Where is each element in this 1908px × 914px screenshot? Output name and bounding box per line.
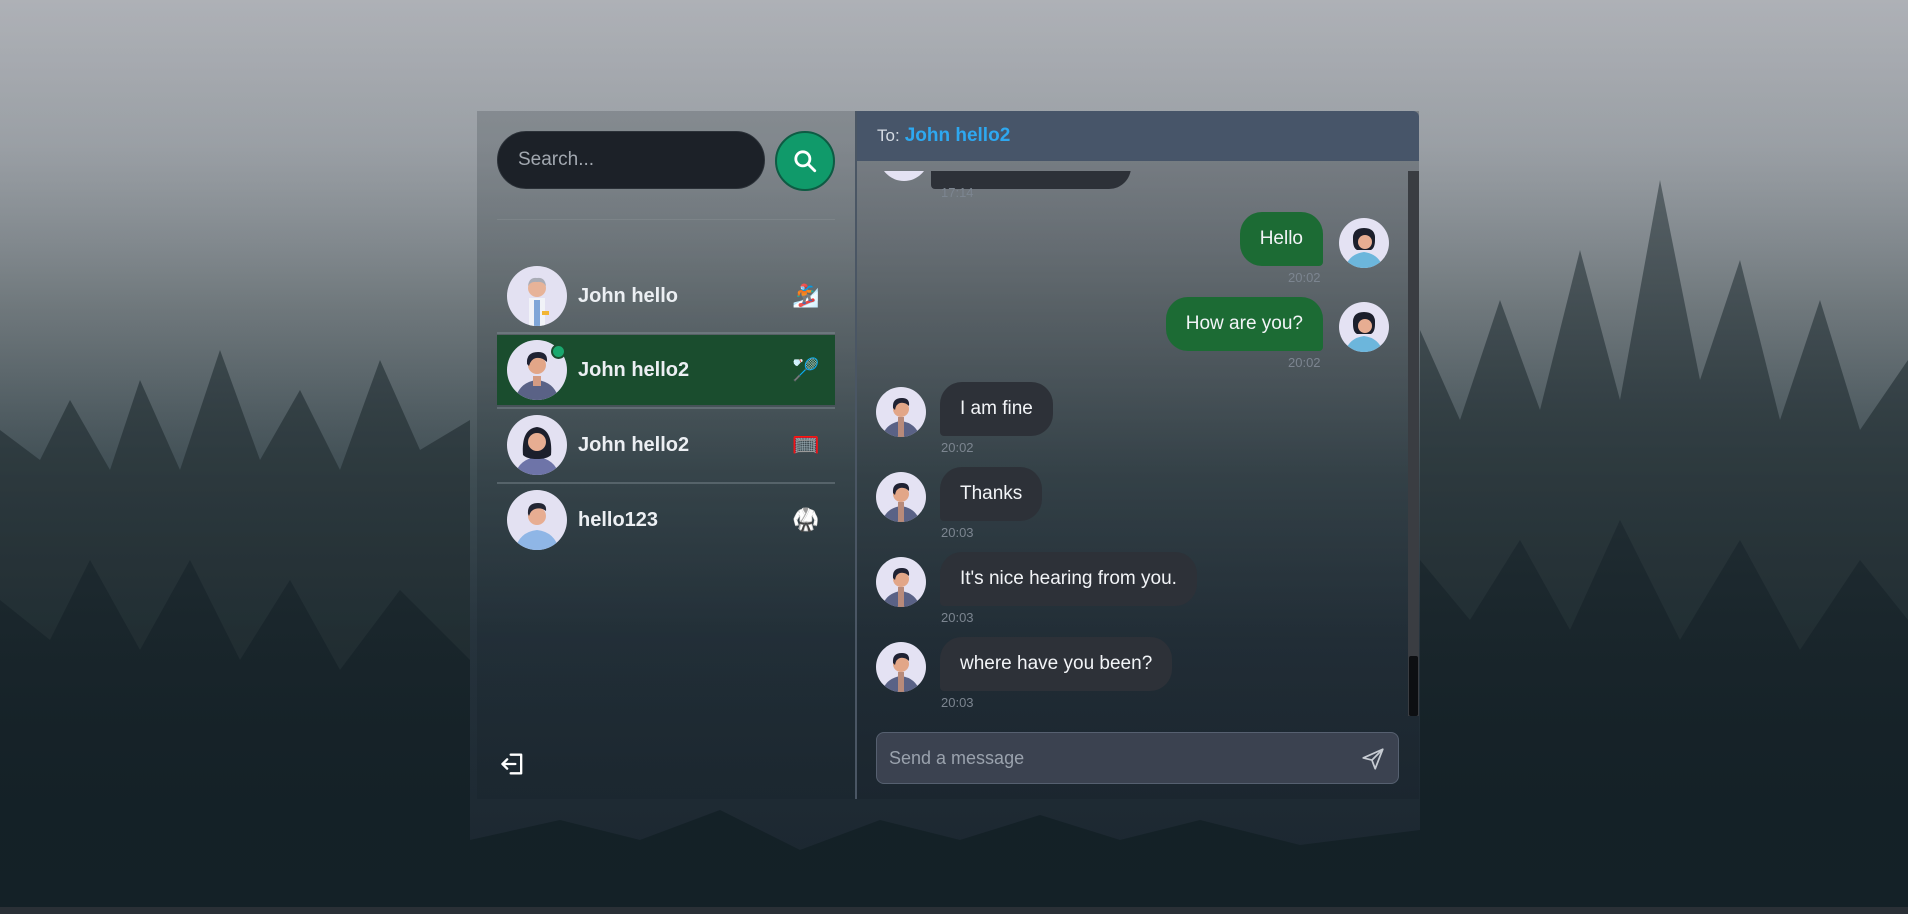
scrollbar-track[interactable] — [1408, 171, 1419, 716]
snowboarder-icon: 🏂 — [792, 283, 820, 308]
search-button[interactable] — [775, 131, 835, 191]
martial-arts-uniform-icon: 🥋 — [792, 507, 820, 532]
avatar — [507, 266, 567, 326]
avatar — [876, 557, 926, 607]
bottom-bar — [0, 907, 1908, 914]
contact-item[interactable]: John hello 🏂 — [497, 261, 835, 331]
message-bubble: It's nice hearing from you. — [940, 552, 1197, 606]
logout-icon — [501, 753, 523, 775]
badminton-icon: 🏸 — [792, 357, 820, 382]
message-time: 20:02 — [1288, 270, 1321, 285]
contact-name: John hello — [578, 284, 678, 307]
avatar — [1339, 302, 1389, 352]
to-label: To: — [877, 126, 900, 145]
message-list[interactable]: 17:14 Hello 20:02 How are you? 20:02 I a… — [857, 171, 1409, 716]
contact-name: John hello2 — [578, 433, 690, 456]
avatar — [879, 171, 929, 181]
recipient-name[interactable]: John hello2 — [905, 125, 1011, 147]
message-text: I am fine — [960, 398, 1033, 419]
logout-button[interactable] — [499, 750, 527, 778]
search-icon — [794, 150, 817, 173]
avatar — [876, 387, 926, 437]
contact-item-active[interactable]: John hello2 🏸 — [497, 335, 835, 405]
message-text: It's nice hearing from you. — [960, 568, 1177, 589]
message-text: Thanks — [960, 483, 1023, 504]
contact-item[interactable]: hello123 🥋 — [497, 485, 835, 555]
contact-name: John hello2 — [578, 358, 690, 381]
search-input[interactable] — [497, 131, 765, 189]
message-time: 17:14 — [941, 185, 974, 200]
chat-header: To: John hello2 — [857, 111, 1419, 161]
message-text: Hello — [1259, 228, 1303, 249]
contact-name: hello123 — [578, 508, 659, 531]
scrollbar-thumb[interactable] — [1409, 656, 1418, 716]
message-bubble: I am fine — [940, 382, 1053, 436]
message-bubble: where have you been? — [940, 637, 1173, 691]
goal-net-icon: 🥅 — [792, 432, 820, 457]
message-bubble: How are you? — [1165, 297, 1323, 351]
message-time: 20:03 — [941, 695, 974, 710]
avatar — [876, 472, 926, 522]
contact-divider — [497, 407, 835, 409]
message-bubble: Thanks — [940, 467, 1043, 521]
divider — [497, 219, 835, 220]
send-button[interactable] — [1360, 746, 1386, 772]
contact-divider — [497, 332, 835, 334]
message-time: 20:02 — [1288, 355, 1321, 370]
avatar — [507, 415, 567, 475]
avatar — [876, 642, 926, 692]
message-text: where have you been? — [960, 653, 1153, 674]
online-status-indicator — [551, 344, 566, 359]
avatar — [507, 490, 567, 550]
send-icon — [1362, 748, 1384, 770]
message-input[interactable] — [876, 732, 1399, 784]
contact-item[interactable]: John hello2 🥅 — [497, 410, 835, 480]
message-time: 20:02 — [941, 440, 974, 455]
message-bubble: Hello — [1239, 212, 1323, 266]
avatar — [1339, 218, 1389, 268]
message-time: 20:03 — [941, 525, 974, 540]
message-text: How are you? — [1185, 313, 1303, 334]
message-time: 20:03 — [941, 610, 974, 625]
contact-divider — [497, 482, 835, 484]
